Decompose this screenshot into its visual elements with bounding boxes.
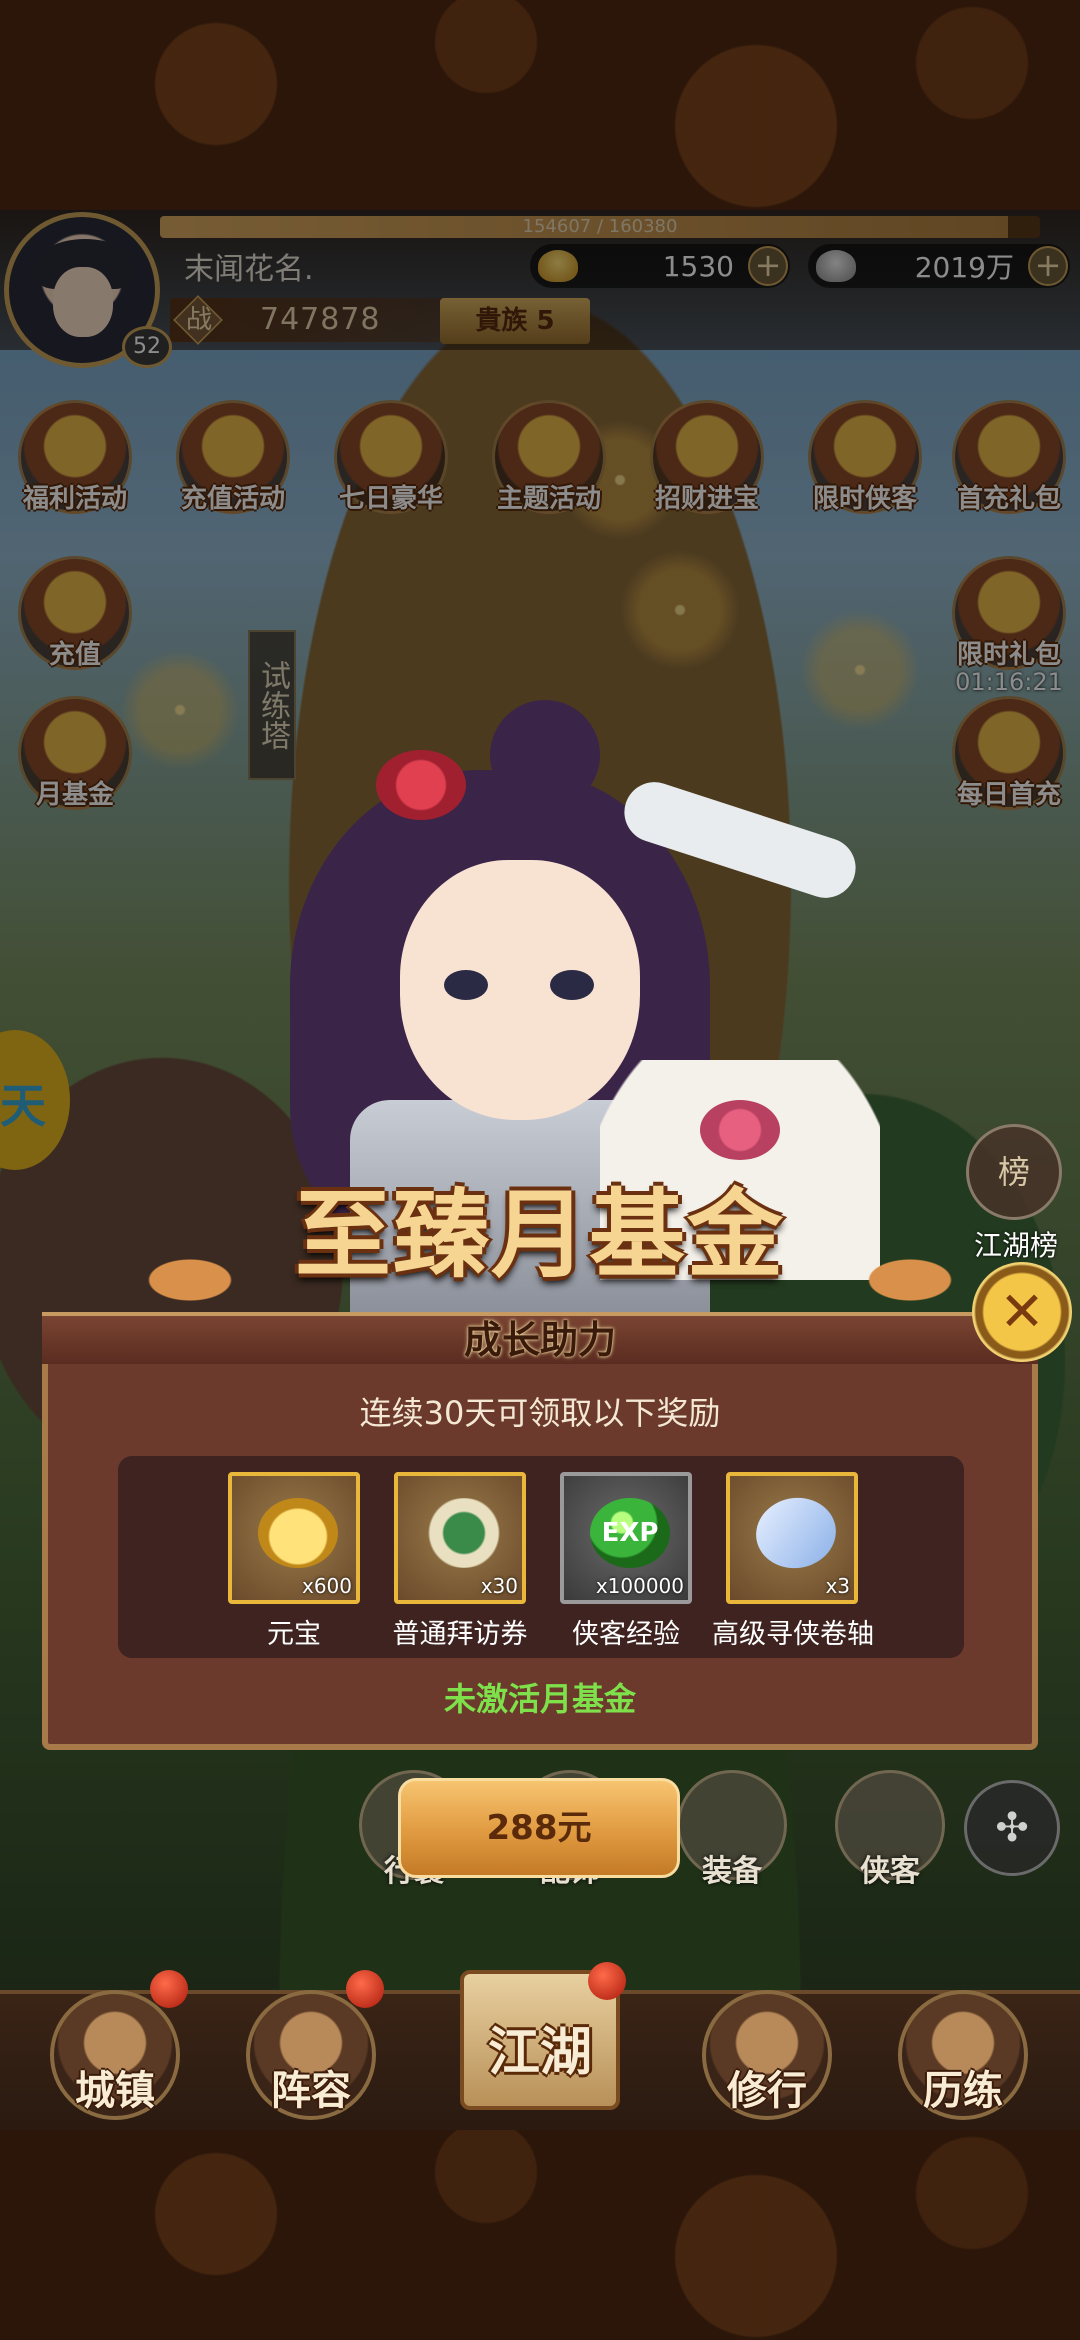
reward-qty: x3 [825,1574,850,1598]
reward-frame: x3 [726,1472,858,1604]
reward-qty: x100000 [595,1574,684,1598]
reward-name: 元宝 [267,1619,321,1650]
notification-dot [346,1970,384,2008]
nav-cultivation[interactable]: 修行 [692,1990,842,2130]
reward-frame: EXP x100000 [560,1472,692,1604]
reward-requirement-text: 连续30天可领取以下奖励 [359,1394,721,1432]
nav-label: 城镇 [75,2068,155,2114]
search-scroll-icon [750,1491,842,1575]
dialog-title: 至臻月基金 [295,1178,785,1291]
reward-name: 侠客经验 [572,1619,680,1650]
ranking-icon: 榜 [966,1124,1062,1220]
reward-qty: x600 [301,1574,352,1598]
notification-dot [150,1970,188,2008]
bottom-frame-decoration [0,2130,1080,2340]
top-frame-decoration [0,0,1080,210]
reward-name: 普通拜访券 [392,1619,528,1650]
notification-dot [588,1962,626,2000]
sub-nav-label: 侠客 [860,1854,920,1889]
nav-label: 江湖 [487,2023,592,2083]
hero-hair-bun [490,700,600,810]
reward-qty: x30 [480,1574,518,1598]
reward-frame: x30 [394,1472,526,1604]
fan-peony [700,1100,780,1160]
close-button[interactable]: ✕ [972,1262,1072,1362]
exp-orb-icon: EXP [590,1498,670,1568]
reward-item[interactable]: x30 普通拜访券 [380,1472,540,1651]
nav-town[interactable]: 城镇 [40,1970,190,2130]
nav-lineup[interactable]: 阵容 [236,1970,386,2130]
purchase-button[interactable]: 288元 [398,1778,680,1878]
sub-nav-equipment[interactable]: 装备 [662,1770,802,1910]
hero-eye [444,970,488,1000]
sub-nav-label: 装备 [702,1854,762,1889]
reward-item[interactable]: x3 高级寻侠卷轴 [712,1472,874,1651]
reward-frame: x600 [228,1472,360,1604]
reward-item[interactable]: EXP x100000 侠客经验 [546,1472,706,1651]
gold-ingot-icon [258,1498,338,1568]
visit-scroll-icon [424,1498,504,1568]
reward-item[interactable]: x600 元宝 [214,1472,374,1651]
hero-hair-flower [376,750,466,820]
nav-label: 修行 [727,2068,807,2114]
hero-eye [550,970,594,1000]
fund-status-text: 未激活月基金 [443,1680,636,1718]
nav-training[interactable]: 历练 [888,1990,1038,2130]
sub-nav-heroes[interactable]: 侠客 [820,1770,960,1910]
jianghu-ranking-button[interactable]: 榜 江湖榜 [958,1124,1068,1262]
nav-label: 阵容 [271,2068,351,2114]
nav-label: 历练 [923,2068,1003,2114]
dialog-subtitle: 成长助力 [463,1318,616,1362]
reward-name: 高级寻侠卷轴 [712,1619,874,1650]
nav-jianghu[interactable]: 江湖 [450,1950,630,2130]
menu-grid-icon[interactable]: ✣ [964,1780,1060,1876]
